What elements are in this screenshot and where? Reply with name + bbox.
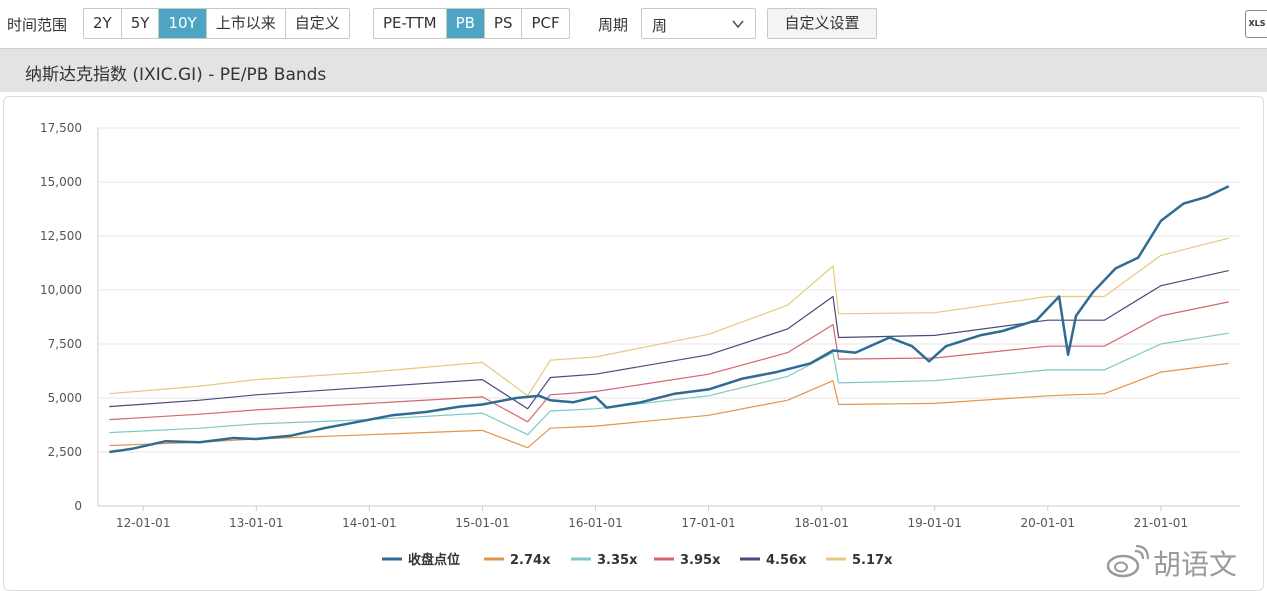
x-tick-label: 19-01-01 [907, 516, 961, 530]
time-range-label: 时间范围 [7, 16, 68, 34]
period-label: 周期 [598, 16, 629, 34]
chart-title: 纳斯达克指数 (IXIC.GI) - PE/PB Bands [25, 65, 327, 85]
grid-lines [97, 127, 1240, 507]
x-tick-label: 17-01-01 [681, 516, 735, 530]
metric-pe-ttm-button[interactable]: PE-TTM [374, 9, 447, 38]
legend-label: 3.95x [680, 553, 721, 568]
y-tick-label: 12,500 [40, 229, 82, 243]
series-lines [109, 185, 1230, 454]
x-tick-label: 20-01-01 [1021, 516, 1075, 530]
metric-pb-button[interactable]: PB [446, 9, 485, 38]
xls-export-icon[interactable]: XLS [1245, 10, 1267, 38]
legend-label: 2.74x [510, 553, 551, 568]
pb-bands-chart: 0 2,500 5,000 7,500 10,000 12,500 15,000 17,500… [40, 121, 1240, 568]
custom-settings-button[interactable]: 自定义设置 [767, 8, 877, 39]
x-tick-label: 14-01-01 [342, 516, 396, 530]
toolbar: 时间范围 2Y 5Y 10Y 上市以来 自定义 PE-TTM PB PS PCF… [0, 0, 1267, 48]
y-tick-label: 2,500 [48, 445, 82, 459]
y-tick-label: 15,000 [40, 175, 82, 189]
range-5y-button[interactable]: 5Y [122, 9, 160, 38]
legend-label: 3.35x [597, 553, 638, 568]
x-tick-label: 15-01-01 [455, 516, 509, 530]
time-range-group: 2Y 5Y 10Y 上市以来 自定义 [83, 8, 350, 39]
legend-label: 收盘点位 [408, 552, 460, 568]
metric-pcf-button[interactable]: PCF [522, 9, 568, 38]
range-custom-button[interactable]: 自定义 [286, 9, 349, 38]
x-tick-label: 21-01-01 [1134, 516, 1188, 530]
y-tick-label: 0 [74, 499, 82, 513]
legend: 收盘点位 2.74x 3.35x 3.95x 4.56x 5.17x [382, 552, 893, 568]
metric-group: PE-TTM PB PS PCF [373, 8, 570, 39]
x-tick-label: 13-01-01 [229, 516, 283, 530]
y-axis-ticks: 0 2,500 5,000 7,500 10,000 12,500 15,000 17,500 [40, 121, 82, 513]
weibo-watermark: 胡语文 [1103, 541, 1263, 581]
range-since-listing-button[interactable]: 上市以来 [207, 9, 286, 38]
chevron-down-icon [732, 20, 744, 29]
series-line [109, 270, 1229, 410]
range-10y-button[interactable]: 10Y [159, 9, 207, 38]
chart-panel: 0 2,500 5,000 7,500 10,000 12,500 15,000 17,500… [3, 96, 1264, 591]
y-tick-label: 7,500 [48, 337, 82, 351]
weibo-logo-icon [1106, 545, 1149, 578]
x-tick-label: 12-01-01 [116, 516, 170, 530]
period-select[interactable]: 周 [641, 8, 756, 39]
x-tick-label: 18-01-01 [794, 516, 848, 530]
metric-ps-button[interactable]: PS [485, 9, 523, 38]
x-tick-label: 16-01-01 [568, 516, 622, 530]
period-value: 周 [652, 17, 668, 35]
series-line [109, 362, 1229, 449]
y-tick-label: 10,000 [40, 283, 82, 297]
x-axis-ticks: 12-01-01 13-01-01 14-01-01 15-01-01 16-01-01… [116, 506, 1188, 530]
series-line [109, 237, 1229, 397]
chart-title-bar: 纳斯达克指数 (IXIC.GI) - PE/PB Bands [0, 48, 1267, 92]
y-tick-label: 17,500 [40, 121, 82, 135]
legend-label: 5.17x [852, 553, 893, 568]
watermark-text: 胡语文 [1153, 548, 1238, 581]
range-2y-button[interactable]: 2Y [84, 9, 122, 38]
y-tick-label: 5,000 [48, 391, 82, 405]
xls-export-label: XLS [1248, 19, 1266, 28]
series-line [109, 185, 1230, 454]
legend-label: 4.56x [766, 553, 807, 568]
